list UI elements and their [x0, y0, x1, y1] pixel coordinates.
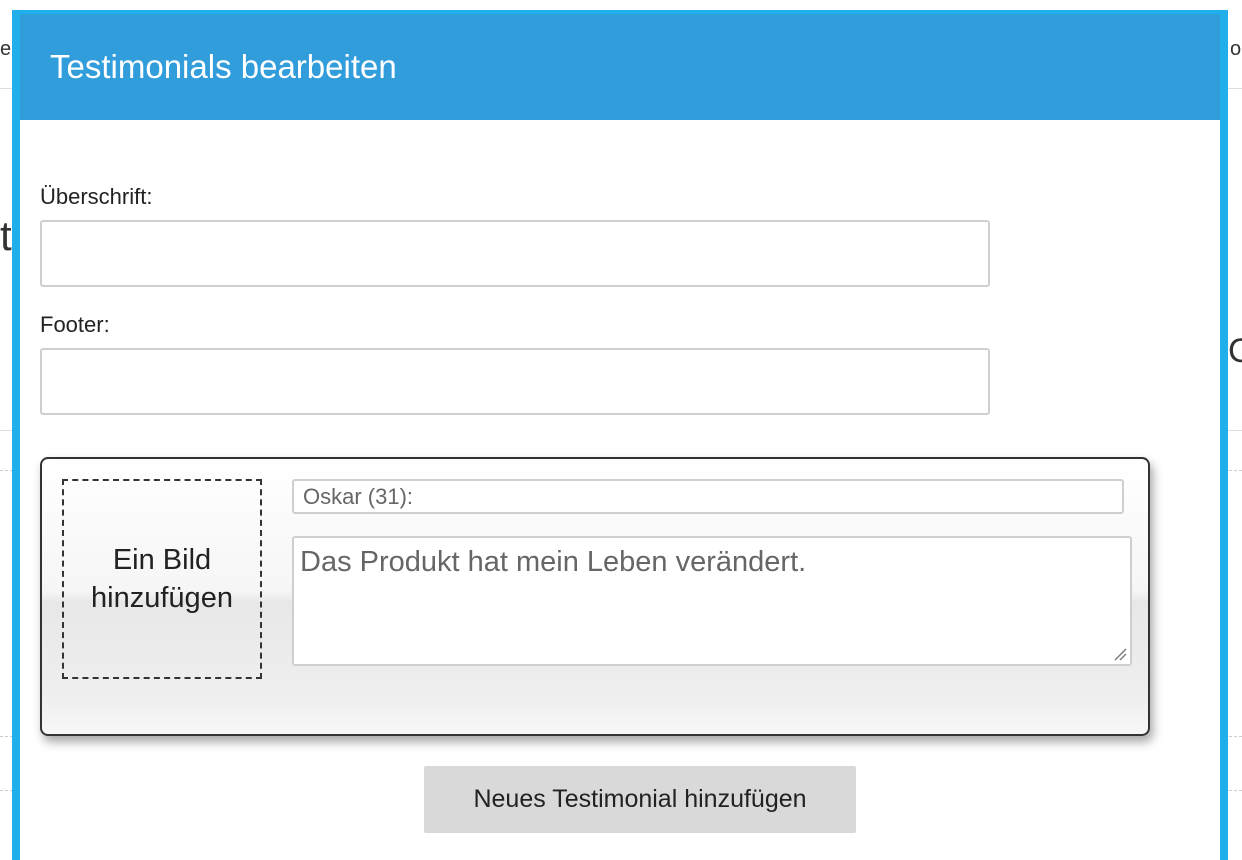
footer-input[interactable] [40, 348, 990, 415]
testimonial-card: Ein Bild hinzufügen Oskar (31): Das Prod… [40, 457, 1150, 736]
background-text-fragment: o [1230, 38, 1242, 60]
edit-testimonials-modal: Testimonials bearbeiten Überschrift: Foo… [12, 10, 1228, 860]
modal-header: Testimonials bearbeiten [20, 14, 1220, 120]
author-name-input[interactable]: Oskar (31): [292, 479, 1124, 514]
background-heading-fragment: t [0, 212, 12, 259]
footer-label: Footer: [40, 312, 110, 337]
add-testimonial-button[interactable]: Neues Testimonial hinzufügen [424, 766, 856, 833]
testimonial-text: Das Produkt hat mein Leben verändert. [300, 546, 807, 578]
add-image-label: Ein Bild hinzufügen [91, 544, 233, 614]
background-heading-fragment: C [1228, 332, 1242, 370]
heading-label: Überschrift: [40, 184, 153, 209]
heading-input[interactable] [40, 220, 990, 287]
add-image-dropzone[interactable]: Ein Bild hinzufügen [62, 479, 262, 679]
modal-title: Testimonials bearbeiten [50, 48, 397, 85]
testimonial-text-input[interactable]: Das Produkt hat mein Leben verändert. [292, 536, 1132, 666]
resize-handle-icon[interactable] [1113, 647, 1127, 661]
